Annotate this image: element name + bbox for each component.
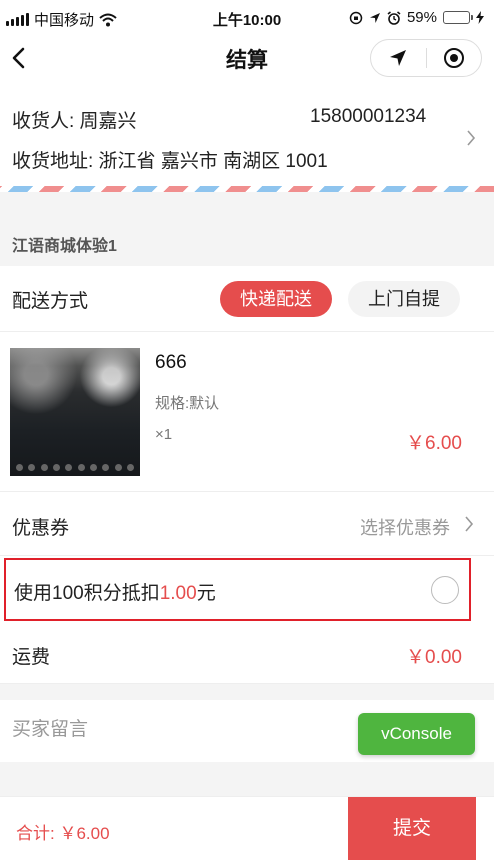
status-bar: 中国移动 上午10:00 59% bbox=[0, 0, 494, 36]
location-status-icon bbox=[369, 12, 380, 23]
location-button[interactable] bbox=[371, 40, 426, 76]
alarm-icon bbox=[387, 10, 401, 25]
shop-name: 江语商城体验1 bbox=[12, 238, 117, 255]
section-gap bbox=[0, 192, 494, 218]
recipient-phone: 15800001234 bbox=[310, 106, 427, 127]
shipping-address: 收货地址: 浙江省 嘉兴市 南湖区 1001 bbox=[12, 151, 328, 172]
video-controls bbox=[16, 462, 134, 472]
product-item: 666 规格:默认 ×1 ￥6.00 bbox=[0, 332, 494, 492]
coupon-select: 选择优惠券 bbox=[360, 518, 450, 538]
submit-order-button[interactable]: 提交 bbox=[348, 797, 476, 860]
points-checkbox[interactable] bbox=[431, 576, 459, 604]
freight-value: ￥0.00 bbox=[406, 647, 462, 668]
product-quantity: ×1 bbox=[155, 426, 173, 443]
product-name: 666 bbox=[155, 352, 187, 373]
charging-icon bbox=[476, 11, 484, 24]
delivery-label: 配送方式 bbox=[12, 291, 89, 312]
buyer-message-input[interactable] bbox=[12, 714, 332, 746]
recipient-name: 收货人: 周嘉兴 bbox=[12, 111, 137, 132]
product-image[interactable] bbox=[10, 348, 140, 476]
points-prefix: 使用100积分抵扣 bbox=[14, 583, 160, 604]
product-spec: 规格:默认 bbox=[155, 395, 220, 412]
coupon-row[interactable]: 优惠券 选择优惠券 bbox=[0, 492, 494, 556]
points-deduction-row[interactable]: 使用100积分抵扣1.00元 bbox=[4, 558, 471, 621]
chevron-right-icon bbox=[467, 130, 476, 146]
self-pickup-button[interactable]: 上门自提 bbox=[348, 281, 460, 317]
shop-header: 江语商城体验1 bbox=[0, 218, 494, 266]
order-total: 合计: ￥6.00 bbox=[16, 824, 110, 843]
record-target-icon bbox=[443, 48, 464, 68]
capsule-menu bbox=[370, 39, 482, 77]
status-right: 59% bbox=[349, 9, 484, 26]
battery-percent: 59% bbox=[406, 9, 437, 26]
delivery-method: 配送方式 快递配送 上门自提 bbox=[0, 266, 494, 332]
express-delivery-button[interactable]: 快递配送 bbox=[220, 281, 332, 317]
location-arrow-icon bbox=[390, 50, 407, 66]
checkout-footer: 合计: ￥6.00 提交 bbox=[0, 796, 494, 860]
address-card[interactable]: 收货人: 周嘉兴 15800001234 收货地址: 浙江省 嘉兴市 南湖区 1… bbox=[0, 88, 494, 188]
points-suffix: 元 bbox=[196, 583, 216, 604]
vconsole-button[interactable]: vConsole bbox=[358, 713, 475, 755]
bottom-gap bbox=[0, 762, 494, 796]
freight-row: 运费 ￥0.00 bbox=[0, 622, 494, 684]
battery-icon bbox=[443, 11, 473, 24]
product-price: ￥6.00 bbox=[406, 433, 462, 454]
freight-label: 运费 bbox=[12, 647, 51, 668]
nav-bar: 结算 bbox=[0, 36, 494, 80]
points-amount: 1.00 bbox=[159, 583, 197, 604]
points-deduction-label: 使用100积分抵扣1.00元 bbox=[14, 578, 216, 605]
close-miniprogram-button[interactable] bbox=[427, 40, 482, 76]
rotation-lock-icon bbox=[349, 11, 363, 24]
section-gap bbox=[0, 684, 494, 700]
coupon-label: 优惠券 bbox=[12, 518, 70, 539]
chevron-right-icon bbox=[465, 516, 474, 532]
